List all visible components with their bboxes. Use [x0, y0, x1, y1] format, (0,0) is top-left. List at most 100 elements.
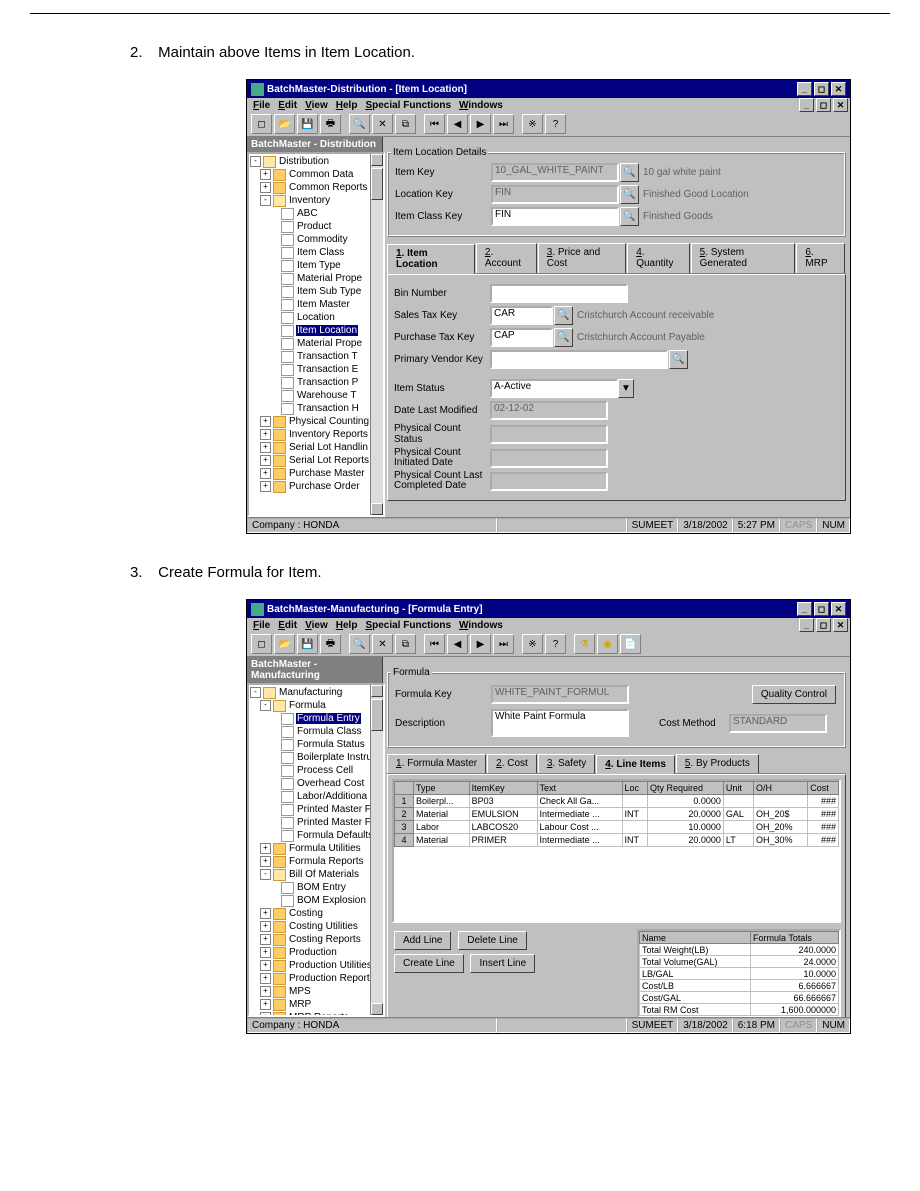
help-icon[interactable]: ?: [545, 634, 566, 654]
input-item-key[interactable]: 10_GAL_WHITE_PAINT: [491, 163, 619, 182]
lookup-icon[interactable]: 🔍: [620, 163, 639, 182]
tree-node[interactable]: Overhead Cost: [250, 777, 382, 790]
new-icon[interactable]: ◻: [251, 634, 272, 654]
next-icon[interactable]: ▶: [470, 634, 491, 654]
prev-icon[interactable]: ◀: [447, 634, 468, 654]
tree-node[interactable]: -Inventory: [250, 194, 382, 207]
tree-node[interactable]: ABC: [250, 207, 382, 220]
print-icon[interactable]: 🖶: [320, 634, 341, 654]
mdi-close-button[interactable]: ✕: [833, 98, 848, 112]
menu-item[interactable]: File: [253, 620, 270, 631]
tree-scrollbar[interactable]: [370, 154, 383, 515]
tree-node[interactable]: Transaction E: [250, 363, 382, 376]
minimize-button[interactable]: _: [797, 82, 812, 96]
tab[interactable]: 1. Formula Master: [387, 754, 486, 773]
tab[interactable]: 6. MRP: [796, 243, 845, 273]
tree-node[interactable]: +Costing Reports: [250, 933, 382, 946]
input-vendor[interactable]: [490, 350, 668, 369]
tree-node[interactable]: Item Sub Type: [250, 285, 382, 298]
tree-node[interactable]: +Production: [250, 946, 382, 959]
tree-node[interactable]: +Physical Counting: [250, 415, 382, 428]
copy-icon[interactable]: ⧉: [395, 634, 416, 654]
tab[interactable]: 3. Price and Cost: [538, 243, 626, 273]
tab[interactable]: 5. System Generated: [691, 243, 796, 273]
tree-node[interactable]: Formula Status: [250, 738, 382, 751]
tree-node[interactable]: Product: [250, 220, 382, 233]
create-line-button[interactable]: Create Line: [394, 954, 464, 973]
tree-node[interactable]: +MRP Reports: [250, 1011, 382, 1017]
close-button[interactable]: ✕: [831, 82, 846, 96]
tree-node[interactable]: +MRP: [250, 998, 382, 1011]
tree-node[interactable]: Item Type: [250, 259, 382, 272]
new-icon[interactable]: ◻: [251, 114, 272, 134]
open-icon[interactable]: 📂: [274, 114, 295, 134]
tree-node[interactable]: Formula Defaults: [250, 829, 382, 842]
tree-node[interactable]: +Formula Utilities: [250, 842, 382, 855]
maximize-button[interactable]: ◻: [814, 602, 829, 616]
tree-node[interactable]: +Serial Lot Handlin: [250, 441, 382, 454]
next-icon[interactable]: ▶: [470, 114, 491, 134]
tree-node[interactable]: -Manufacturing: [250, 686, 382, 699]
notes-icon[interactable]: 📄: [620, 634, 641, 654]
tree-node[interactable]: -Bill Of Materials: [250, 868, 382, 881]
tree-node[interactable]: Printed Master F: [250, 816, 382, 829]
tree-node[interactable]: Transaction P: [250, 376, 382, 389]
delete-line-button[interactable]: Delete Line: [458, 931, 527, 950]
input-purchase-tax[interactable]: CAP: [490, 328, 553, 347]
lookup-icon[interactable]: 🔍: [620, 207, 639, 226]
tab[interactable]: 2. Account: [476, 243, 537, 273]
tool-icon[interactable]: ※: [522, 114, 543, 134]
nav-tree[interactable]: -Manufacturing-FormulaFormula EntryFormu…: [247, 683, 385, 1017]
flask-icon[interactable]: ⚗: [574, 634, 595, 654]
search-icon[interactable]: 🔍: [349, 114, 370, 134]
tree-node[interactable]: Material Prope: [250, 272, 382, 285]
last-icon[interactable]: ⏭: [493, 114, 514, 134]
mdi-maximize-button[interactable]: ◻: [816, 618, 831, 632]
input-location-key[interactable]: FIN: [491, 185, 619, 204]
tab[interactable]: 5. By Products: [676, 754, 759, 773]
menu-item[interactable]: Help: [336, 100, 358, 111]
tree-node[interactable]: Printed Master F: [250, 803, 382, 816]
tab[interactable]: 1. Item Location: [387, 244, 475, 274]
minimize-button[interactable]: _: [797, 602, 812, 616]
titlebar[interactable]: BatchMaster-Manufacturing - [Formula Ent…: [247, 600, 850, 618]
nav-tree[interactable]: -Distribution+Common Data+Common Reports…: [247, 152, 385, 517]
tab[interactable]: 3. Safety: [538, 754, 595, 773]
prev-icon[interactable]: ◀: [447, 114, 468, 134]
tree-node[interactable]: Transaction T: [250, 350, 382, 363]
tree-node[interactable]: Boilerplate Instru: [250, 751, 382, 764]
help-icon[interactable]: ?: [545, 114, 566, 134]
tree-node[interactable]: Formula Class: [250, 725, 382, 738]
tree-node[interactable]: +Purchase Order: [250, 480, 382, 493]
delete-icon[interactable]: ✕: [372, 114, 393, 134]
menu-item[interactable]: Windows: [459, 100, 503, 111]
mdi-maximize-button[interactable]: ◻: [816, 98, 831, 112]
input-bin[interactable]: [490, 284, 628, 303]
lookup-icon[interactable]: 🔍: [669, 350, 688, 369]
insert-line-button[interactable]: Insert Line: [470, 954, 535, 973]
input-description[interactable]: White Paint Formula: [491, 709, 629, 737]
tree-node[interactable]: Location: [250, 311, 382, 324]
tab[interactable]: 4. Quantity: [627, 243, 689, 273]
titlebar[interactable]: BatchMaster-Distribution - [Item Locatio…: [247, 80, 850, 98]
last-icon[interactable]: ⏭: [493, 634, 514, 654]
tree-node[interactable]: -Formula: [250, 699, 382, 712]
tree-node[interactable]: Labor/Additiona: [250, 790, 382, 803]
first-icon[interactable]: ⏮: [424, 114, 445, 134]
menu-item[interactable]: Help: [336, 620, 358, 631]
tool-icon[interactable]: ※: [522, 634, 543, 654]
tree-node[interactable]: Item Master: [250, 298, 382, 311]
open-icon[interactable]: 📂: [274, 634, 295, 654]
search-icon[interactable]: 🔍: [349, 634, 370, 654]
tree-node[interactable]: +MPS: [250, 985, 382, 998]
tree-node[interactable]: +Serial Lot Reports: [250, 454, 382, 467]
tree-node[interactable]: +Costing Utilities: [250, 920, 382, 933]
tree-node[interactable]: +Formula Reports: [250, 855, 382, 868]
tree-node[interactable]: +Common Reports: [250, 181, 382, 194]
lookup-icon[interactable]: 🔍: [620, 185, 639, 204]
mdi-close-button[interactable]: ✕: [833, 618, 848, 632]
mdi-minimize-button[interactable]: _: [799, 98, 814, 112]
tree-node[interactable]: Warehouse T: [250, 389, 382, 402]
tree-node[interactable]: BOM Entry: [250, 881, 382, 894]
tree-node[interactable]: +Common Data: [250, 168, 382, 181]
